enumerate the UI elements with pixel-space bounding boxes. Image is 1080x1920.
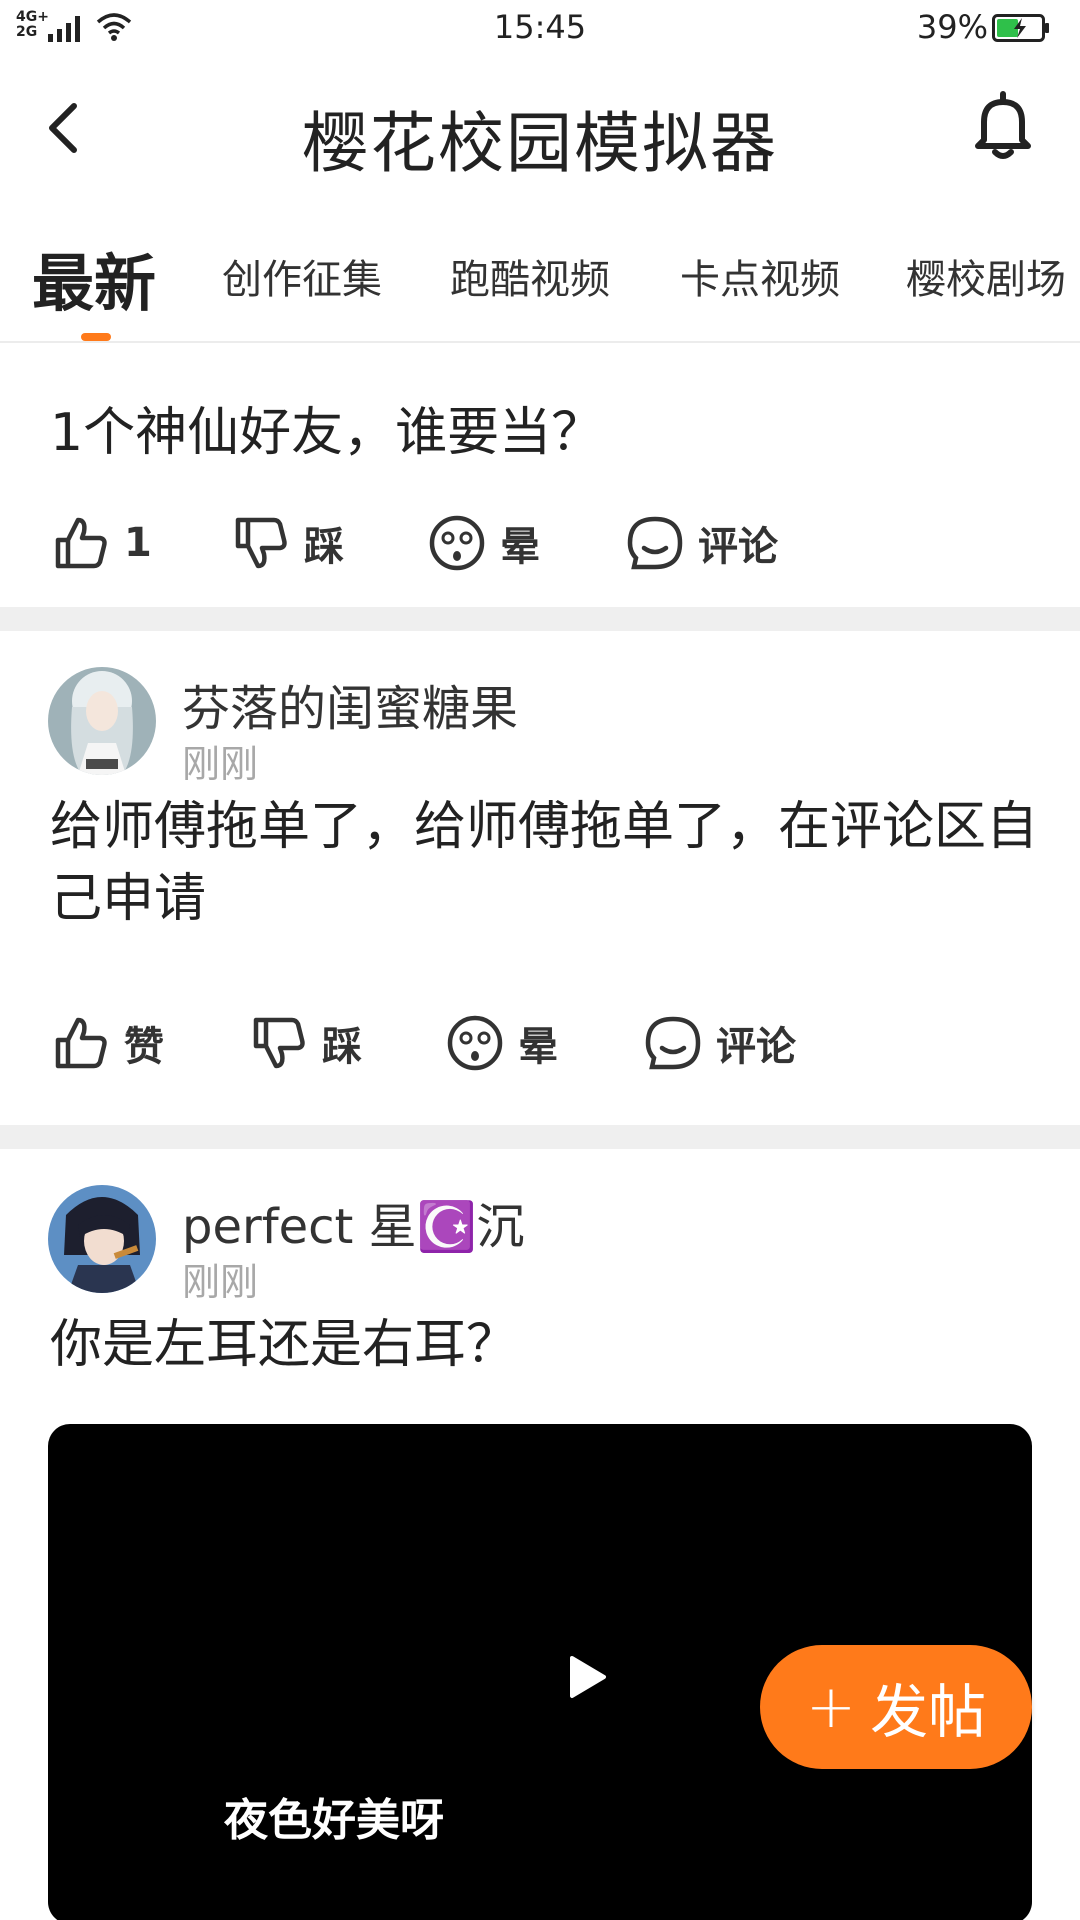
- post-separator: [0, 1125, 1080, 1149]
- page-title: 樱花校园模拟器: [302, 105, 778, 182]
- dislike-button[interactable]: 踩: [232, 503, 344, 583]
- post-time: 刚刚: [182, 742, 259, 786]
- video-caption: 夜色好美呀: [224, 1795, 444, 1846]
- dizzy-face-icon: [447, 1015, 503, 1071]
- post-separator: [0, 607, 1080, 631]
- dizzy-face-icon: [429, 515, 485, 571]
- comment-button[interactable]: 评论: [644, 1003, 796, 1083]
- comment-button[interactable]: 评论: [626, 503, 778, 583]
- post-card[interactable]: 刚刚 1个神仙好友，谁要当？ 1 踩 晕 评论: [0, 345, 1080, 607]
- post-actions: 赞 踩 晕 评论: [0, 1003, 1080, 1083]
- post-time: 刚刚: [182, 1260, 259, 1304]
- thumbs-down-icon: [253, 1017, 305, 1069]
- post-card[interactable]: 芬落的闺蜜糖果 刚刚 给师傅拖单了，给师傅拖单了，在评论区自己申请 赞 踩 晕 …: [0, 631, 1080, 1125]
- dislike-button[interactable]: 踩: [250, 1003, 362, 1083]
- comment-icon: [645, 1016, 701, 1070]
- like-button[interactable]: 1: [52, 503, 152, 583]
- tab-indicator: [81, 333, 111, 341]
- app-header: 樱花校园模拟器: [0, 60, 1080, 200]
- post-card[interactable]: perfect 星☪️沉 刚刚 你是左耳还是右耳？ 夜色好美呀: [0, 1149, 1080, 1920]
- thumbs-down-icon: [235, 517, 287, 569]
- play-icon[interactable]: [568, 1654, 608, 1700]
- thumbs-up-icon: [55, 517, 107, 569]
- like-button[interactable]: 赞: [52, 1003, 164, 1083]
- post-content: 1个神仙好友，谁要当？: [50, 403, 604, 463]
- tab-beat-video[interactable]: 卡点视频: [680, 225, 840, 341]
- new-post-button[interactable]: + 发帖: [760, 1645, 1032, 1769]
- battery-charging-icon: [992, 14, 1049, 42]
- avatar[interactable]: [48, 667, 156, 775]
- status-bar: 4G+ 2G 15:45 39%: [0, 0, 1080, 56]
- tab-latest[interactable]: 最新: [32, 225, 156, 341]
- post-content: 你是左耳还是右耳？: [50, 1315, 519, 1375]
- thumbs-up-icon: [55, 1017, 107, 1069]
- tab-creation[interactable]: 创作征集: [222, 225, 382, 341]
- post-actions: 1 踩 晕 评论: [0, 503, 1080, 583]
- category-tabs: 最新 创作征集 跑酷视频 卡点视频 樱校剧场: [0, 225, 1080, 343]
- battery-percent: 39%: [916, 8, 988, 46]
- dizzy-button[interactable]: 晕: [446, 1003, 558, 1083]
- dizzy-button[interactable]: 晕: [428, 503, 540, 583]
- username[interactable]: perfect 星☪️沉: [182, 1187, 524, 1257]
- plus-icon: +: [805, 1672, 857, 1742]
- avatar[interactable]: [48, 1185, 156, 1293]
- tab-theater[interactable]: 樱校剧场: [906, 225, 1066, 341]
- post-content: 给师傅拖单了，给师傅拖单了，在评论区自己申请: [50, 797, 1039, 929]
- username[interactable]: 芬落的闺蜜糖果: [182, 669, 518, 739]
- new-post-label: 发帖: [870, 1678, 987, 1746]
- comment-icon: [627, 516, 683, 570]
- bell-icon[interactable]: [968, 90, 1038, 162]
- tab-parkour[interactable]: 跑酷视频: [450, 225, 610, 341]
